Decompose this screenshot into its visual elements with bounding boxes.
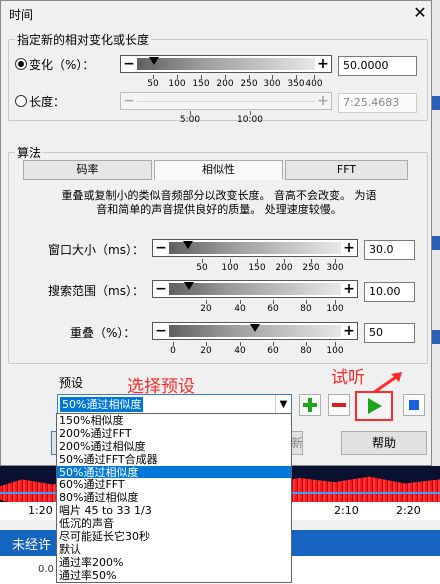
new-button-partial[interactable]: 新 [291,431,303,455]
slider-track [169,242,341,254]
play-icon [368,398,382,414]
window-size-ticks: 50 100 150 200 250 300 [168,259,344,273]
slider-thumb[interactable] [183,241,193,249]
overlap-ticks: 0 20 40 60 80 100 [168,342,344,356]
length-label: 长度： [29,95,66,109]
search-range-ticks: 20 40 60 80 100 [168,300,344,314]
preview-annotation: 试听 [331,368,365,388]
search-range-label: 搜索范围（ms）： [48,284,144,298]
slider-minus-icon[interactable]: − [154,240,168,256]
background-app-edge [432,0,440,470]
preset-option-highlighted[interactable]: 50%通过相似度 [57,465,291,479]
change-label: 变化（%）： [29,58,95,72]
preset-option[interactable]: 200%通过FFT [57,427,291,440]
preset-option[interactable]: 唱片 45 to 33 1/3 [57,504,291,517]
timeline-label: 1:20 [28,504,53,517]
preset-option[interactable]: 200%通过相似度 [57,440,291,453]
slider-plus-icon[interactable]: + [342,240,356,256]
slider-plus-icon[interactable]: + [342,323,356,339]
slider-plus-icon: + [317,93,329,109]
timeline-label: 2:10 [334,504,359,517]
search-range-slider[interactable]: − + [152,280,358,298]
slider-plus-icon[interactable]: + [316,56,330,72]
slider-minus-icon[interactable]: − [122,56,136,72]
algorithm-description-line: 重叠或复制小的类似音频部分以改变长度。 音高不会改变。 为语 [61,189,377,202]
slider-track [137,101,315,102]
overlap-label: 重叠（%）： [70,326,136,340]
stop-button[interactable] [403,394,425,416]
chevron-down-icon[interactable]: ▼ [275,395,291,414]
preset-option[interactable]: 通过率200% [57,556,291,569]
minus-icon [332,403,346,407]
slider-track [169,283,341,295]
preset-dropdown-list[interactable]: 150%相似度 200%通过FFT 200%通过相似度 50%通过FFT合成器 … [56,413,292,583]
preset-label: 预设 [59,376,84,390]
change-value-input[interactable]: 50.0000 [338,56,417,76]
time-dialog: 时间 ✕ 指定新的相对变化或长度 变化（%）： − + 50 100 150 2… [0,0,432,466]
change-radio[interactable] [15,58,27,70]
window-size-input[interactable]: 30.0 [364,240,415,260]
preset-option[interactable]: 通过率50% [57,569,291,582]
background-marker [432,330,440,344]
slider-plus-icon[interactable]: + [342,281,356,297]
slider-thumb[interactable] [149,57,159,65]
preset-option[interactable]: 默认 [57,543,291,556]
preview-play-button[interactable] [355,391,393,421]
close-icon[interactable]: ✕ [409,2,431,24]
timeline-label: 2:20 [396,504,421,517]
dialog-title: 时间 [9,8,34,22]
status-text: 未经许 [12,538,52,553]
preset-option[interactable]: 150%相似度 [57,414,291,427]
search-range-input[interactable]: 10.00 [364,282,415,302]
window-size-label: 窗口大小（ms）： [48,243,144,257]
tab-bitrate[interactable]: 码率 [23,160,152,180]
preset-option[interactable]: 低沉的声音 [57,517,291,530]
add-preset-button[interactable] [299,394,321,416]
bottom-text: 0.0 [38,564,54,575]
relative-change-group-title: 指定新的相对变化或长度 [15,31,152,48]
change-ticks: 50 100 150 200 250 300 350 400 [136,75,323,89]
overlap-input[interactable]: 50 [364,323,415,343]
slider-minus-icon[interactable]: − [154,281,168,297]
length-ticks: 5:00 10:00 [136,111,316,125]
tab-fft[interactable]: FFT [285,160,408,180]
window-size-slider[interactable]: − + [152,239,358,257]
preset-option[interactable]: 80%通过相似度 [57,491,291,504]
slider-thumb[interactable] [184,282,194,290]
help-button[interactable]: 帮助 [341,431,427,455]
background-marker [432,236,440,250]
background-marker [432,96,440,110]
algorithm-group-title: 算法 [15,144,44,161]
preset-selected-value: 50%通过相似度 [60,397,144,412]
length-value-input: 7:25.4683 [338,93,417,113]
preset-option[interactable]: 尽可能延长它30秒 [57,530,291,543]
overlap-slider[interactable]: − + [152,322,358,340]
slider-thumb[interactable] [250,324,260,332]
slider-track [137,58,315,70]
preset-combobox[interactable]: 50%通过相似度 ▼ [57,394,292,415]
remove-preset-button[interactable] [328,394,350,416]
algorithm-description-line: 音和简单的声音提供良好的质量。 处理速度较慢。 [96,203,342,216]
length-radio[interactable] [15,95,27,107]
tab-similarity[interactable]: 相似性 [154,160,283,180]
preset-option[interactable]: 60%通过FFT [57,478,291,492]
slider-minus-icon: − [123,93,135,109]
stop-icon [409,400,419,410]
change-slider[interactable]: − + [120,55,332,73]
slider-minus-icon[interactable]: − [154,323,168,339]
algorithm-description: 重叠或复制小的类似音频部分以改变长度。 音高不会改变。 为语 音和简单的声音提供… [19,189,419,217]
plus-icon [303,398,317,412]
length-slider: − + [120,92,332,110]
preset-option[interactable]: 50%通过FFT合成器 [57,453,291,466]
